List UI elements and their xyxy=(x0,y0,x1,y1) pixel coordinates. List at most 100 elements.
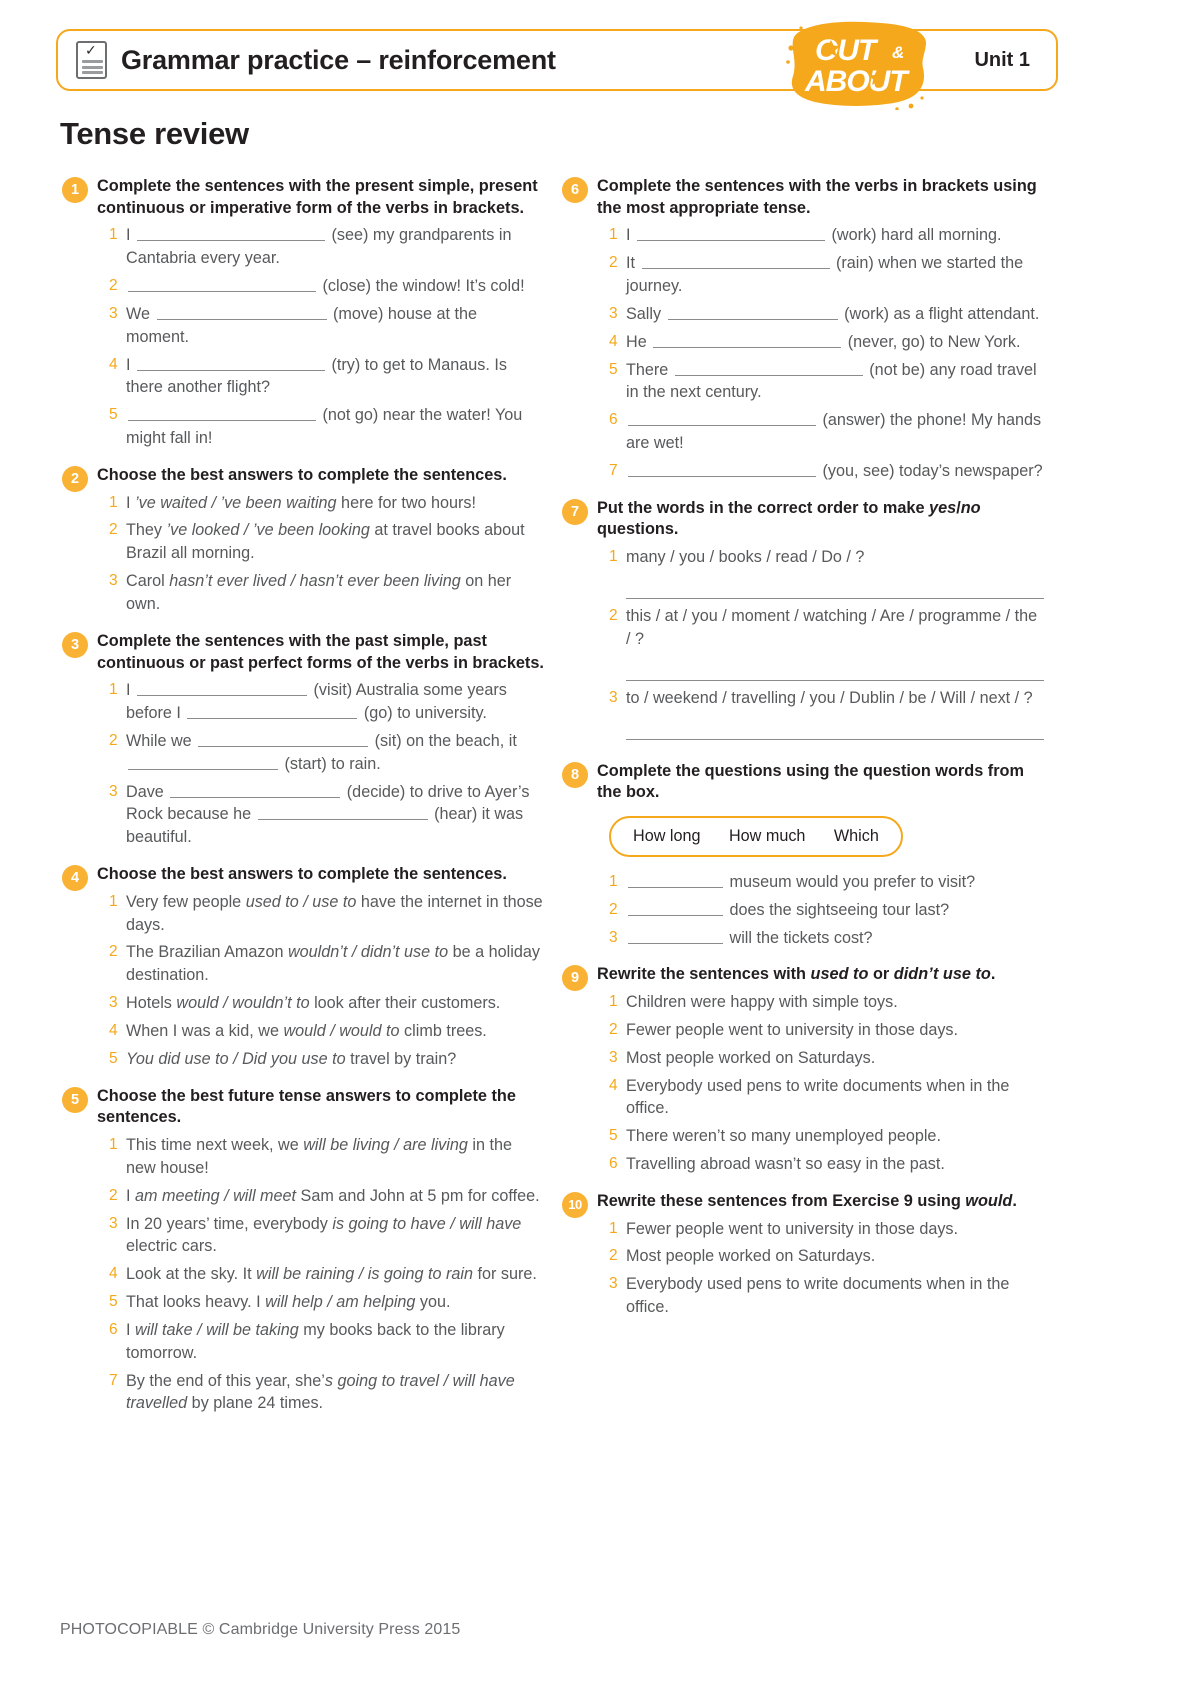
item-number: 3 xyxy=(109,994,118,1012)
answer-blank[interactable] xyxy=(128,754,278,770)
list-item: 3 Everybody used pens to write documents … xyxy=(597,1273,1044,1319)
column-right: 6 Complete the sentences with the verbs … xyxy=(562,176,1044,1334)
answer-blank[interactable] xyxy=(628,462,816,477)
list-item: 2 They ’ve looked / ’ve been looking at t… xyxy=(97,519,544,565)
item-number: 1 xyxy=(109,226,118,244)
answer-blank[interactable] xyxy=(128,277,316,293)
exercise-item-list: 1 Very few people used to / use to have t… xyxy=(97,891,544,1071)
item-number: 2 xyxy=(109,277,118,295)
exercise-number-badge: 5 xyxy=(62,1086,88,1113)
item-text: I (work) hard all morning. xyxy=(626,226,1002,245)
item-text: (close) the window! It’s cold! xyxy=(126,275,544,298)
answer-blank[interactable] xyxy=(628,928,723,944)
exercise-number-badge: 10 xyxy=(562,1191,588,1218)
exercise-7: 7 Put the words in the correct order to … xyxy=(562,498,1044,746)
item-number: 5 xyxy=(609,1127,618,1145)
list-item: 2 I am meeting / will meet Sam and John a… xyxy=(97,1185,544,1208)
answer-blank[interactable] xyxy=(641,254,830,270)
answer-blank[interactable] xyxy=(187,704,358,720)
item-number: 6 xyxy=(609,411,618,429)
answer-blank[interactable] xyxy=(137,355,325,371)
list-item: 4 I (try) to get to Manaus. Is there anot… xyxy=(97,354,544,400)
exercise-item-list: 1 many / you / books / read / Do / ? xyxy=(597,546,1044,569)
item-number: 7 xyxy=(609,461,618,479)
answer-blank[interactable] xyxy=(156,305,327,320)
item-text: this / at / you / moment / watching / Ar… xyxy=(626,606,1038,648)
exercise-item-list: 2 this / at / you / moment / watching / A… xyxy=(597,605,1044,651)
item-text: This time next week, we will be living /… xyxy=(126,1136,512,1177)
list-item: 1 I (see) my grandparents in Cantabria ev… xyxy=(97,224,544,270)
list-item: 1 many / you / books / read / Do / ? xyxy=(597,546,1044,569)
word-option[interactable]: Which xyxy=(834,827,879,845)
item-number: 3 xyxy=(109,304,118,322)
answer-blank[interactable] xyxy=(628,900,723,916)
item-number: 2 xyxy=(609,1020,618,1038)
word-option[interactable]: How long xyxy=(633,827,701,845)
item-text: museum would you prefer to visit? xyxy=(626,871,1044,894)
item-number: 2 xyxy=(109,1186,118,1204)
item-text: In 20 years’ time, everybody is going to… xyxy=(126,1214,522,1256)
list-item: 2 this / at / you / moment / watching / A… xyxy=(597,605,1044,651)
answer-blank[interactable] xyxy=(653,332,842,348)
answer-blank[interactable] xyxy=(628,411,816,427)
answer-blank[interactable] xyxy=(137,681,307,697)
item-text: I (see) my grandparents in Cantabria eve… xyxy=(126,226,512,268)
list-item: 6 Travelling abroad wasn’t so easy in the… xyxy=(597,1153,1044,1176)
list-item: 3 to / weekend / travelling / you / Dubli… xyxy=(597,687,1044,710)
answer-blank[interactable] xyxy=(674,360,863,376)
item-number: 3 xyxy=(609,928,618,946)
item-number: 5 xyxy=(109,1049,118,1067)
item-number: 7 xyxy=(109,1371,118,1389)
item-number: 3 xyxy=(109,572,118,590)
item-number: 5 xyxy=(609,360,618,378)
list-item: 2 (close) the window! It’s cold! xyxy=(97,275,544,298)
exercise-number-badge: 7 xyxy=(562,498,588,525)
item-text: I am meeting / will meet Sam and John at… xyxy=(126,1186,540,1205)
answer-blank[interactable] xyxy=(667,305,838,320)
answer-blank[interactable] xyxy=(170,782,341,798)
list-item: 3 Carol hasn’t ever lived / hasn’t ever b… xyxy=(97,570,544,616)
footer-copyright: PHOTOCOPIABLE © Cambridge University Pre… xyxy=(60,1621,461,1638)
exercise-number-badge: 2 xyxy=(62,465,88,492)
list-item: 1 I ’ve waited / ’ve been waiting here fo… xyxy=(97,492,544,515)
item-number: 1 xyxy=(609,993,618,1011)
answer-blank[interactable] xyxy=(257,805,428,821)
list-item: 5 That looks heavy. I will help / am help… xyxy=(97,1291,544,1314)
exercise-number-badge: 8 xyxy=(562,761,588,788)
item-number: 6 xyxy=(609,1155,618,1173)
answer-blank[interactable] xyxy=(137,226,325,242)
list-item: 7 By the end of this year, she’s going to… xyxy=(97,1370,544,1416)
answer-blank[interactable] xyxy=(198,731,369,747)
item-number: 3 xyxy=(609,1275,618,1293)
item-number: 2 xyxy=(609,606,618,624)
exercise-5: 5 Choose the best future tense answers t… xyxy=(62,1086,544,1416)
exercise-instruction: Complete the sentences with the past sim… xyxy=(97,631,544,672)
answer-blank[interactable] xyxy=(128,406,316,422)
item-text: will the tickets cost? xyxy=(626,927,1044,950)
item-number: 5 xyxy=(109,406,118,424)
checklist-icon: ✓ xyxy=(76,41,107,79)
answer-line[interactable] xyxy=(626,714,1044,740)
list-item: 3 Dave (decide) to drive to Ayer’s Rock b… xyxy=(97,781,544,850)
item-number: 1 xyxy=(109,681,118,699)
exercise-number-badge: 1 xyxy=(62,177,88,203)
item-number: 3 xyxy=(109,782,118,800)
exercise-item-list: 1 This time next week, we will be living … xyxy=(97,1134,544,1415)
answer-line[interactable] xyxy=(626,573,1044,599)
item-text: It (rain) when we started the journey. xyxy=(626,254,1024,296)
word-option[interactable]: How much xyxy=(729,827,805,845)
list-item: 1 Fewer people went to university in thos… xyxy=(597,1218,1044,1241)
answer-line[interactable] xyxy=(626,655,1044,681)
item-text: to / weekend / travelling / you / Dublin… xyxy=(626,688,1033,707)
item-number: 4 xyxy=(109,1265,118,1283)
list-item: 1 This time next week, we will be living … xyxy=(97,1134,544,1180)
item-number: 1 xyxy=(609,226,618,244)
answer-blank[interactable] xyxy=(637,226,825,242)
answer-blank[interactable] xyxy=(628,872,723,888)
list-item: 5 (not go) near the water! You might fal… xyxy=(97,404,544,450)
item-text: Travelling abroad wasn’t so easy in the … xyxy=(626,1155,945,1174)
exercise-instruction: Complete the sentences with the present … xyxy=(97,177,538,217)
item-number: 1 xyxy=(109,493,118,511)
exercise-3: 3 Complete the sentences with the past s… xyxy=(62,631,544,849)
item-text: That looks heavy. I will help / am helpi… xyxy=(126,1293,451,1312)
